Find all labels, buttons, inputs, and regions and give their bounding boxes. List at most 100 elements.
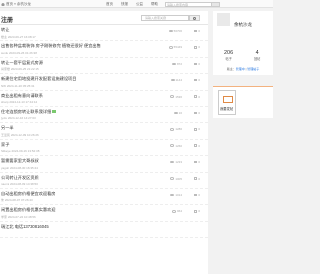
nav-item[interactable]: 快报	[121, 2, 128, 7]
thread-title[interactable]: 闲置出租房价格优惠实惠欢迎	[1, 207, 55, 213]
table-row[interactable]: 瑞江北 电话13730816045	[0, 222, 208, 239]
avatar[interactable]	[216, 12, 231, 27]
search-icon	[193, 16, 196, 20]
comment-icon	[194, 144, 198, 147]
profile-link[interactable]: 管理中	[236, 67, 245, 71]
top-search-input[interactable]: 请输入搜索内容	[165, 1, 212, 7]
thread-meta: Silkeye 2024-09-16 13:52:38	[1, 149, 40, 154]
thread-meta: jyxlu 2024-12-16 14:27:03	[1, 116, 36, 121]
thread-title[interactable]: 自动出租房价格便宜欢迎看房	[1, 191, 55, 197]
comment-count: 0	[194, 62, 200, 66]
top-search-button[interactable]	[211, 1, 220, 7]
eye-icon	[170, 95, 175, 98]
stat-posts: 206 帖子	[224, 50, 234, 61]
thread-title[interactable]: 暂需要家里大哥叔叔	[1, 158, 39, 164]
table-row[interactable]: 家子 Silkeye 2024-09-16 13:52:38 1260 0	[0, 140, 208, 157]
thread-title[interactable]: 另一半	[1, 125, 14, 131]
thread-title[interactable]: 瑞江北 电话13730816045	[1, 224, 49, 230]
eye-icon	[171, 62, 176, 66]
comment-count: 0	[194, 177, 200, 181]
table-row[interactable]: 另一半 王爱民 2024-12-09 10:26:26 1286 0	[0, 123, 208, 140]
thread-title[interactable]: 公司转让开发区资质	[1, 175, 39, 181]
table-row[interactable]: 新建住宅用地投建开发配套设施建设项目 NW 2024-11-20 05:25:31…	[0, 74, 208, 91]
table-row[interactable]: 商业出租有意向请联系 sharp 2024-12-13 17:44:12 1536 0	[0, 91, 208, 107]
view-count: 1144	[170, 78, 182, 82]
comment-count: 0	[194, 111, 200, 115]
comment-count: 0	[194, 144, 200, 148]
thread-title[interactable]: 商业出租有意向请联系	[1, 93, 43, 99]
search-button[interactable]	[189, 15, 200, 21]
profile-name[interactable]: 余杭沙龙	[234, 22, 252, 28]
table-row[interactable]: 住宅连锁房转让联系我详细 jyxlu 2024-12-16 14:27:03 16 0	[0, 107, 208, 124]
view-count: 1014	[170, 193, 182, 197]
eye-icon	[168, 29, 173, 33]
comment-count: 0	[194, 160, 200, 164]
view-count: 56706	[168, 29, 182, 33]
image-icon	[52, 110, 57, 114]
nav-item[interactable]: 公益	[136, 2, 143, 7]
compose-icon	[222, 96, 233, 103]
view-count: 16	[173, 111, 182, 115]
thread-meta: 楼主 2023-09-27 16:08:17	[1, 34, 36, 39]
new-post-button[interactable]: 我要发帖	[218, 90, 236, 115]
eye-icon	[170, 193, 175, 197]
comment-icon	[194, 95, 198, 98]
thread-list: 转让 楼主 2023-09-27 16:08:17 56706 0 出售各种盆栽装饰 房…	[0, 25, 208, 239]
thread-meta: yagoh 2024-08-30 16:35:44	[1, 165, 38, 170]
view-count: 1286	[170, 127, 182, 131]
table-row[interactable]: 出售各种盆栽装饰 房子刚装修完 植物还很好 便宜出售 sunlu 2023-09-…	[0, 41, 208, 58]
thread-meta: sunlu 2023-09-26 01:26:38	[1, 50, 37, 55]
thread-meta: sharp 2024-12-13 17:44:12	[1, 100, 38, 105]
breadcrumb-label: 首页 » 余杭沙龙	[6, 2, 31, 6]
thread-meta: naomi 2024-08-09 14:38:50	[1, 182, 38, 187]
comment-icon	[194, 78, 198, 82]
thread-title[interactable]: 出售各种盆栽装饰 房子刚装修完 植物还很好 便宜出售	[1, 43, 101, 49]
nav-item[interactable]: 首页	[106, 2, 113, 7]
table-row[interactable]: 公司转让开发区资质 naomi 2024-08-09 14:38:50 1005 0	[0, 173, 208, 189]
thread-title[interactable]: 住宅连锁房转让联系我详细	[1, 109, 57, 115]
eye-icon	[168, 46, 173, 49]
comment-count: 0	[194, 95, 200, 99]
view-count: 1005	[170, 177, 182, 181]
comment-icon	[194, 128, 198, 131]
list-header: 注册 请输入搜索关键	[0, 11, 208, 25]
eye-icon	[170, 177, 175, 180]
page-title: 注册	[1, 18, 14, 24]
breadcrumb[interactable]: 首页 » 余杭沙龙	[1, 2, 31, 7]
nav-item[interactable]: 帮助	[151, 2, 158, 7]
new-post-label: 我要发帖	[220, 107, 234, 111]
table-row[interactable]: 闲置出租房价格优惠实惠欢迎 学家 2024-07-22 10:48:56 964 0	[0, 205, 208, 222]
comment-count: 0	[194, 209, 200, 213]
comment-icon	[194, 210, 198, 213]
eye-icon	[171, 210, 176, 213]
table-row[interactable]: 转让一套平层复式房源 肖家楼 2023-09-25 21:22:15 872 0	[0, 58, 208, 75]
view-count: 1536	[170, 95, 182, 99]
home-icon	[1, 2, 5, 7]
table-row[interactable]: 转让 楼主 2023-09-27 16:08:17 56706 0	[0, 25, 208, 42]
search-input[interactable]: 请输入搜索关键	[141, 15, 189, 21]
eye-icon	[170, 128, 175, 131]
thread-title[interactable]: 新建住宅用地投建开发配套设施建设项目	[1, 76, 76, 82]
table-row[interactable]: 暂需要家里大哥叔叔 yagoh 2024-08-30 16:35:44 1233 0	[0, 156, 208, 173]
comment-icon	[194, 177, 198, 180]
action-panel: 我要发帖	[213, 86, 273, 118]
thread-meta: 肖家楼 2023-09-25 21:22:15	[1, 67, 39, 72]
stat-replies: 4 回帖	[254, 50, 261, 61]
thread-title[interactable]: 转让	[1, 27, 9, 33]
thread-list-panel: 注册 请输入搜索关键 转让 楼主 2023-09-27 16:08:17 56706…	[0, 11, 208, 274]
table-row[interactable]: 自动出租房价格便宜欢迎看房朱 2024-08-07 07:26:43 1014 0	[0, 189, 208, 206]
view-count: 1233	[170, 160, 182, 164]
thread-title[interactable]: 家子	[1, 142, 9, 148]
profile-link[interactable]: 管理帖子	[247, 67, 259, 71]
thread-title[interactable]: 转让一套平层复式房源	[1, 60, 43, 66]
view-count: 964	[171, 209, 182, 213]
top-bar: 首页 » 余杭沙龙 首页 快报 公益 帮助 论坛 请输入搜索内容	[0, 0, 273, 8]
view-count: 872	[171, 62, 182, 66]
eye-icon	[170, 144, 175, 147]
eye-icon	[173, 111, 178, 115]
comment-count: 0	[194, 45, 200, 49]
eye-icon	[170, 78, 175, 82]
profile-stats: 206 帖子 4 回帖	[213, 50, 273, 61]
profile-links: 版主：管理中 | 管理帖子	[226, 67, 260, 71]
comment-count: 0	[194, 29, 200, 33]
